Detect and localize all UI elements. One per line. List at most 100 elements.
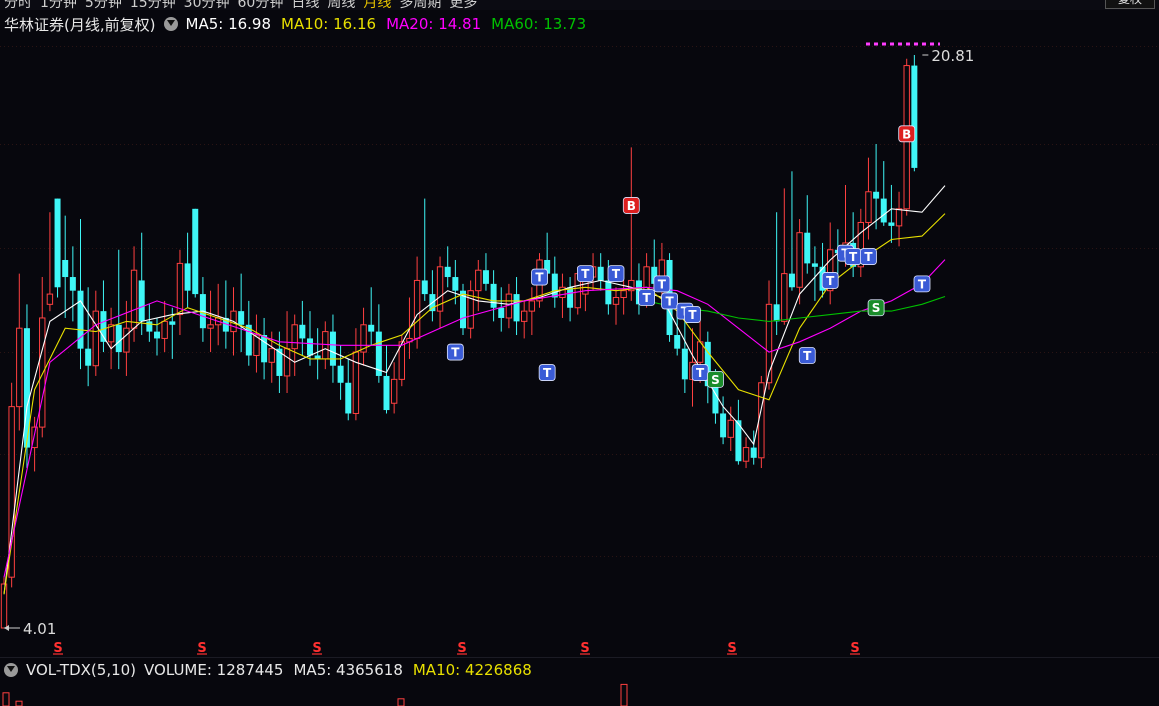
candle-body-up <box>268 348 275 363</box>
ma5-line <box>3 185 946 595</box>
volume-settings-icon[interactable] <box>4 663 18 677</box>
signal-marker-label: T <box>849 250 858 264</box>
candle-body-down <box>329 331 336 366</box>
candle-body-up <box>130 269 138 329</box>
candle-body-up <box>123 327 130 353</box>
candle-body-down <box>482 270 489 284</box>
candle-body-down <box>184 263 191 291</box>
candle-body-down <box>444 266 451 278</box>
candle-body-up <box>413 279 421 339</box>
volume-chart <box>2 683 628 706</box>
candle-body-up <box>46 293 54 305</box>
signal-marker-label: T <box>665 294 674 308</box>
candle-body-down <box>674 335 681 349</box>
candle-body-up <box>796 232 803 288</box>
signal-marker-label: T <box>581 267 590 281</box>
low-price-label: 4.01 <box>23 620 56 638</box>
period-tab[interactable]: 1分钟 <box>36 0 81 10</box>
candle-body-down <box>368 324 375 332</box>
candle-body-down <box>498 307 505 318</box>
candlestick-chart[interactable]: TTTTBTTTTTTTSTTTTTSBT20.814.01SSSSSSS <box>0 36 1159 657</box>
chart-legend: 华林证券(月线,前复权) MA5: 16.98 MA10: 16.16 MA20… <box>4 13 596 35</box>
candle-body-down <box>597 266 604 281</box>
signal-marker-label: T <box>918 277 927 291</box>
candle-body-up <box>521 310 528 322</box>
candle-body-down <box>888 222 895 226</box>
candle-body-up <box>475 269 482 292</box>
candle-body-up <box>865 191 872 223</box>
period-tab[interactable]: 分时 <box>0 0 36 10</box>
period-tab[interactable]: 日线 <box>287 0 323 10</box>
volume-indicator-name: VOL-TDX(5,10) <box>26 661 137 679</box>
candle-body-up <box>758 382 765 459</box>
settings-dropdown-icon[interactable] <box>163 17 178 31</box>
candle-body-up <box>742 447 750 462</box>
period-tabs: 分时 1分钟 5分钟 15分钟 30分钟 60分钟 日线 周线 月线 多周期 更多 <box>0 0 481 10</box>
volume-bar <box>397 698 405 706</box>
candle-body-up <box>322 331 329 360</box>
candle-body-up <box>92 310 99 367</box>
candle-body-down <box>238 311 245 325</box>
period-tab[interactable]: 更多 <box>445 0 481 10</box>
candle-body-down <box>551 273 558 298</box>
candle-body-down <box>192 208 199 295</box>
candle-body-down <box>307 338 313 356</box>
candle-body-down <box>261 335 268 363</box>
candle-body-down <box>804 232 811 264</box>
candle-body-down <box>138 280 145 322</box>
signal-marker-label: T <box>451 346 460 360</box>
signal-marker-label: T <box>696 366 705 380</box>
candle-body-down <box>773 304 780 322</box>
signal-marker-label: B <box>902 127 911 141</box>
candle-body-down <box>383 375 390 411</box>
candle-body-down <box>337 365 344 383</box>
candle-body-down <box>490 283 497 308</box>
period-tab[interactable]: 5分钟 <box>81 0 126 10</box>
candle-body-down <box>54 198 61 288</box>
candle-body-up <box>291 324 298 350</box>
ma20-line <box>3 259 946 578</box>
signal-marker-label: B <box>627 199 636 213</box>
period-tab[interactable]: 多周期 <box>395 0 445 10</box>
candle-body-down <box>169 321 176 325</box>
ma10-label: MA10: 16.16 <box>281 15 377 33</box>
high-price-label: 20.81 <box>931 47 974 65</box>
candle-body-down <box>567 287 574 308</box>
volume-ma5: MA5: 4365618 <box>293 661 403 679</box>
candle-body-up <box>283 348 291 377</box>
volume-bar <box>2 692 10 706</box>
signal-marker-label: S <box>711 373 720 387</box>
signal-marker-label: T <box>826 274 835 288</box>
volume-bar <box>620 683 628 706</box>
ma10-line <box>3 213 946 595</box>
candle-body-down <box>513 294 520 322</box>
period-tab[interactable]: 15分钟 <box>126 0 180 10</box>
period-tab[interactable]: 30分钟 <box>180 0 234 10</box>
candle-body-down <box>750 447 757 458</box>
period-tab[interactable]: 周线 <box>323 0 359 10</box>
signal-marker-label: T <box>864 250 873 264</box>
signal-marker-label: T <box>543 366 552 380</box>
volume-value: VOLUME: 1287445 <box>144 661 284 679</box>
period-tab[interactable]: 月线 <box>359 0 395 10</box>
candle-body-down <box>115 324 122 353</box>
candle-body-up <box>161 320 168 339</box>
candle-body-up <box>176 262 184 316</box>
candle-body-down <box>720 413 727 438</box>
adjust-button[interactable]: 复权 <box>1105 0 1155 9</box>
candle-body-down <box>681 348 688 380</box>
candle-body-down <box>605 280 612 305</box>
candle-body-down <box>421 280 428 295</box>
candle-body-up <box>16 327 23 408</box>
period-tab[interactable]: 60分钟 <box>234 0 288 10</box>
candle-body-up <box>528 300 536 312</box>
period-toolbar: 分时1分钟5分钟15分钟30分钟60分钟日线周线月线多周期更多 复权 <box>0 0 1159 10</box>
candle-body-up <box>390 378 398 404</box>
signal-marker-label: T <box>643 291 652 305</box>
candle-body-down <box>873 191 880 199</box>
signal-marker-label: T <box>803 349 812 363</box>
candle-body-up <box>620 290 627 299</box>
signal-marker-label: T <box>658 277 667 291</box>
signal-marker-label: T <box>612 267 621 281</box>
candle-body-down <box>85 348 92 366</box>
